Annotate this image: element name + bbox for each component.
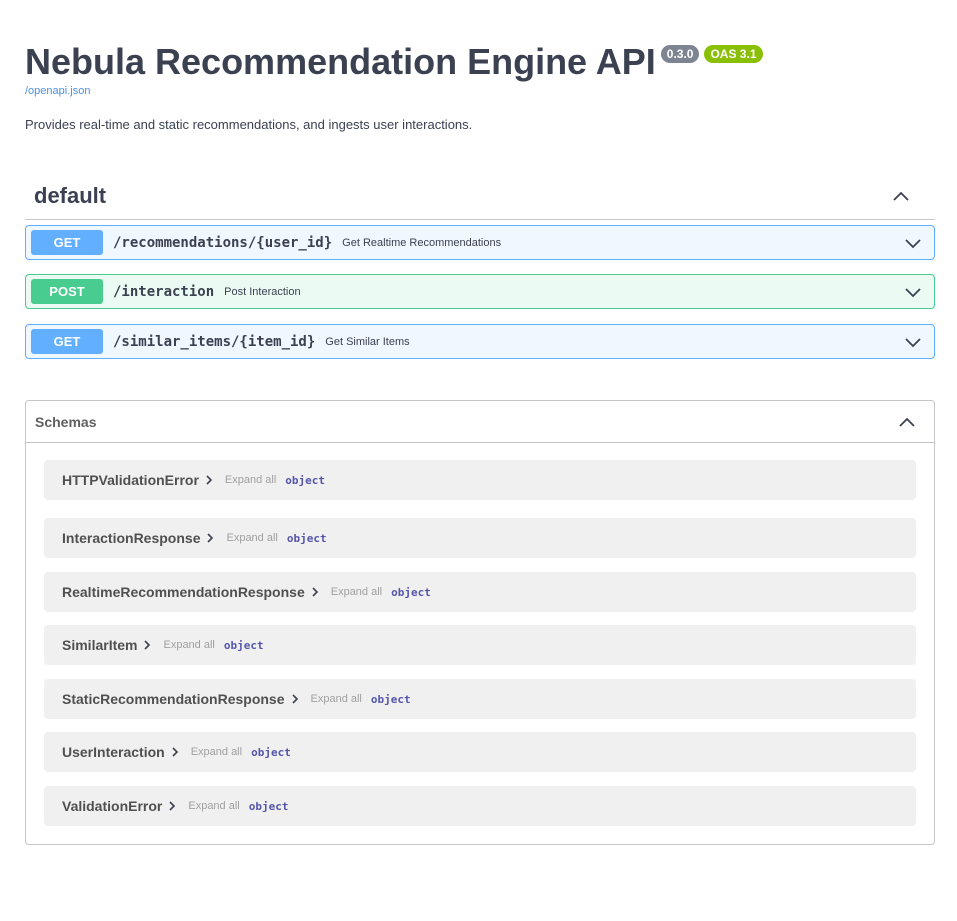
expand-all-button[interactable]: Expand all <box>225 474 276 486</box>
expand-all-button[interactable]: Expand all <box>311 693 362 705</box>
schema-type: object <box>248 799 289 813</box>
operation-get-similar-items[interactable]: GET /similar_items/{item_id} Get Similar… <box>25 324 935 359</box>
schema-name[interactable]: ValidationError <box>62 798 162 814</box>
schema-item[interactable]: RealtimeRecommendationResponse Expand al… <box>44 572 916 612</box>
schema-name[interactable]: HTTPValidationError <box>62 472 199 488</box>
schema-item[interactable]: SimilarItem Expand all object <box>44 625 916 665</box>
chevron-right-icon[interactable] <box>206 533 214 543</box>
expand-all-button[interactable]: Expand all <box>163 639 214 651</box>
schema-name[interactable]: StaticRecommendationResponse <box>62 691 285 707</box>
schema-type: object <box>370 692 411 706</box>
operation-summary: Post Interaction <box>224 285 301 298</box>
api-description: Provides real-time and static recommenda… <box>25 117 473 132</box>
version-badge: 0.3.0 <box>660 45 700 63</box>
operation-path: /recommendations/{user_id} <box>113 234 333 251</box>
expand-all-button[interactable]: Expand all <box>188 800 239 812</box>
expand-all-button[interactable]: Expand all <box>226 532 277 544</box>
chevron-down-icon[interactable] <box>903 233 923 253</box>
operation-summary: Get Similar Items <box>325 335 410 348</box>
schema-item[interactable]: HTTPValidationError Expand all object <box>44 460 916 500</box>
expand-all-button[interactable]: Expand all <box>191 746 242 758</box>
openapi-json-link[interactable]: /openapi.json <box>25 85 935 97</box>
chevron-down-icon[interactable] <box>903 332 923 352</box>
page-title: Nebula Recommendation Engine API <box>25 41 656 82</box>
chevron-right-icon[interactable] <box>311 587 319 597</box>
chevron-right-icon[interactable] <box>143 640 151 650</box>
chevron-right-icon[interactable] <box>291 694 299 704</box>
chevron-up-icon[interactable] <box>897 412 917 432</box>
schema-name[interactable]: UserInteraction <box>62 744 165 760</box>
schema-type: object <box>251 745 291 759</box>
tag-name: default <box>34 182 107 208</box>
operation-path: /similar_items/{item_id} <box>113 333 316 350</box>
method-badge: POST <box>31 279 103 304</box>
schema-item[interactable]: StaticRecommendationResponse Expand all … <box>44 679 916 719</box>
schema-name[interactable]: RealtimeRecommendationResponse <box>62 584 305 600</box>
schema-item[interactable]: InteractionResponse Expand all object <box>44 518 916 558</box>
chevron-down-icon[interactable] <box>903 282 923 302</box>
operation-get-recommendations[interactable]: GET /recommendations/{user_id} Get Realt… <box>25 225 935 260</box>
schemas-title: Schemas <box>35 413 97 430</box>
operation-summary: Get Realtime Recommendations <box>342 236 502 249</box>
schema-name[interactable]: SimilarItem <box>62 637 137 653</box>
method-badge: GET <box>31 230 103 255</box>
schema-type: object <box>223 638 264 652</box>
tag-section-default[interactable]: default <box>25 172 935 220</box>
oas-badge: OAS 3.1 <box>704 45 763 63</box>
method-badge: GET <box>31 329 103 354</box>
schema-type: object <box>391 585 431 599</box>
schema-item[interactable]: ValidationError Expand all object <box>44 786 916 826</box>
schemas-header[interactable]: Schemas <box>26 401 934 443</box>
operation-path: /interaction <box>113 283 215 300</box>
api-info: Nebula Recommendation Engine API 0.3.0 O… <box>25 40 935 132</box>
chevron-right-icon[interactable] <box>168 801 176 811</box>
chevron-right-icon[interactable] <box>205 475 213 485</box>
expand-all-button[interactable]: Expand all <box>331 586 382 598</box>
chevron-up-icon[interactable] <box>891 186 911 206</box>
schemas-section: Schemas HTTPValidationError Expand all o… <box>25 400 935 845</box>
schema-type: object <box>285 473 326 487</box>
schema-item[interactable]: UserInteraction Expand all object <box>44 732 916 772</box>
schema-type: object <box>286 531 327 545</box>
chevron-right-icon[interactable] <box>171 747 179 757</box>
operation-post-interaction[interactable]: POST /interaction Post Interaction <box>25 274 935 309</box>
schema-name[interactable]: InteractionResponse <box>62 530 200 546</box>
